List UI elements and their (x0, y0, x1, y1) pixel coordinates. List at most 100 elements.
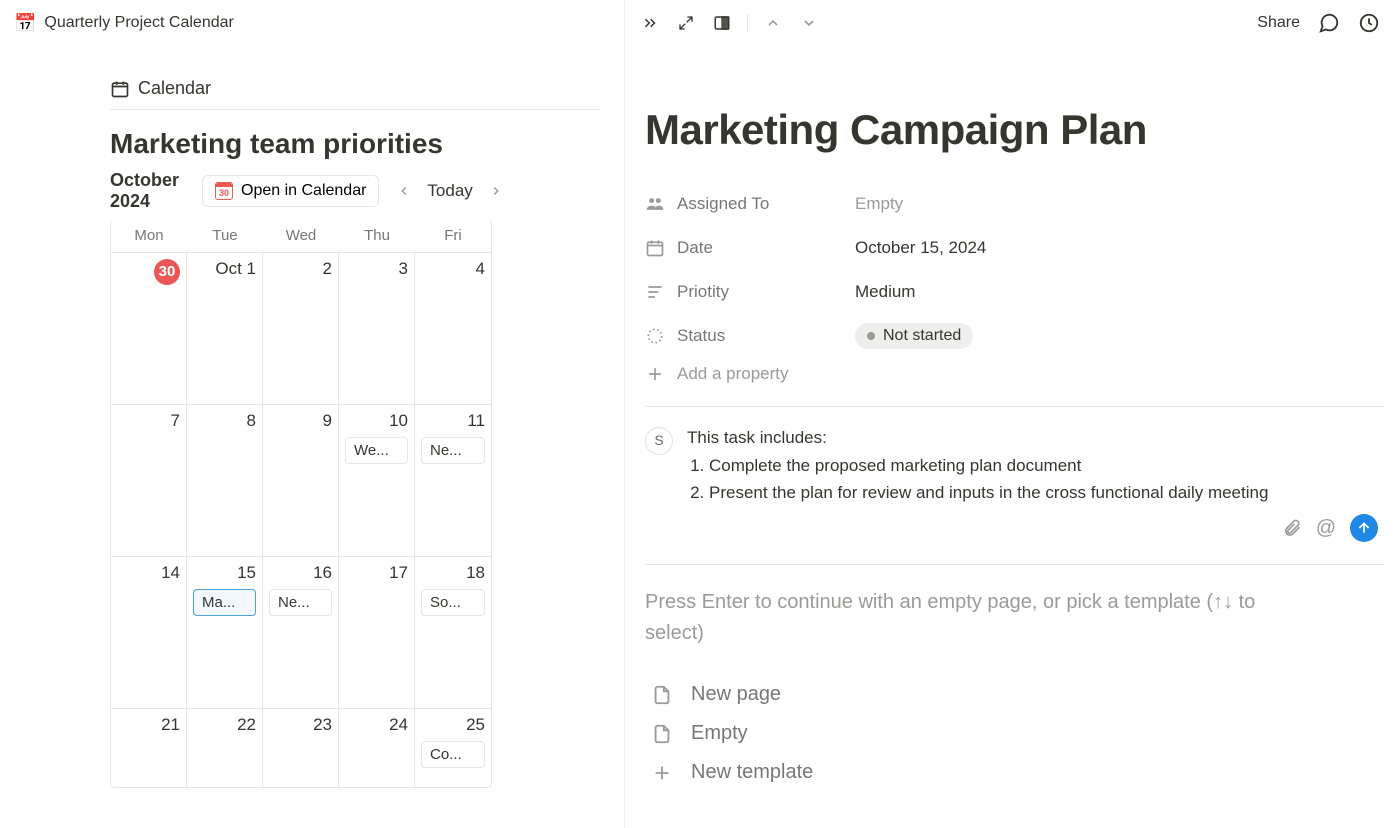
day-number: 23 (269, 715, 332, 735)
open-in-calendar-button[interactable]: 30 Open in Calendar (202, 175, 379, 207)
status-icon (645, 326, 665, 346)
calendar-cell[interactable]: 15 Ma... (187, 557, 263, 708)
template-new-template[interactable]: New template (651, 761, 1384, 784)
dow-header: Mon (111, 219, 187, 252)
comment-item-1: Complete the proposed marketing plan doc… (709, 453, 1268, 479)
day-number: 18 (421, 563, 485, 583)
calendar-icon (110, 79, 130, 99)
assigned-value[interactable]: Empty (855, 194, 903, 214)
priority-value[interactable]: Medium (855, 282, 915, 302)
calendar-cell[interactable]: 23 (263, 709, 339, 787)
add-property-button[interactable]: Add a property (645, 364, 1384, 384)
property-priority[interactable]: Priotity Medium (645, 270, 1384, 314)
calendar-emoji-icon: 📅 (14, 14, 36, 32)
prev-month-button[interactable] (391, 182, 417, 200)
calendar-cell[interactable]: 7 (111, 405, 187, 556)
property-date[interactable]: Date October 15, 2024 (645, 226, 1384, 270)
view-tab-label: Calendar (138, 78, 211, 99)
day-number: 24 (345, 715, 408, 735)
calendar-cell[interactable]: 14 (111, 557, 187, 708)
calendar-event[interactable]: We... (345, 437, 408, 464)
people-icon (645, 194, 665, 214)
plus-icon (651, 762, 673, 784)
prev-item-icon[interactable] (762, 12, 784, 34)
expand-icon[interactable] (675, 12, 697, 34)
next-month-button[interactable] (483, 182, 509, 200)
attach-icon[interactable] (1282, 518, 1302, 538)
section-title: Marketing team priorities (110, 128, 600, 160)
calendar-event[interactable]: Ne... (421, 437, 485, 464)
calendar-cell[interactable]: 30 (111, 253, 187, 404)
page-title[interactable]: Marketing Campaign Plan (645, 106, 1384, 154)
calendar-cell[interactable]: 3 (339, 253, 415, 404)
peek-mode-icon[interactable] (711, 12, 733, 34)
calendar-cell[interactable]: Oct 1 (187, 253, 263, 404)
breadcrumb[interactable]: 📅 Quarterly Project Calendar (14, 14, 234, 32)
day-number: 30 (117, 259, 180, 285)
property-assigned-to[interactable]: Assigned To Empty (645, 182, 1384, 226)
next-item-icon[interactable] (798, 12, 820, 34)
calendar-cell[interactable]: 17 (339, 557, 415, 708)
day-number: 7 (117, 411, 180, 431)
dow-header: Thu (339, 219, 415, 252)
calendar-cell[interactable]: 2 (263, 253, 339, 404)
empty-page-hint: Press Enter to continue with an empty pa… (645, 587, 1305, 649)
comment-block[interactable]: S This task includes: Complete the propo… (645, 425, 1384, 506)
month-label: October2024 (110, 170, 190, 211)
calendar-cell[interactable]: 22 (187, 709, 263, 787)
template-new-page[interactable]: New page (651, 683, 1384, 706)
separator (747, 14, 748, 32)
calendar-cell[interactable]: 21 (111, 709, 187, 787)
calendar-event[interactable]: So... (421, 589, 485, 616)
day-number: 9 (269, 411, 332, 431)
calendar-grid: MonTueWedThuFri 30Oct 123478910We...11Ne… (110, 219, 492, 788)
day-number: 25 (421, 715, 485, 735)
calendar-event[interactable]: Ma... (193, 589, 256, 616)
calendar-cell[interactable]: 25 Co... (415, 709, 491, 787)
updates-icon[interactable] (1358, 12, 1380, 34)
day-number: 22 (193, 715, 256, 735)
view-tab-calendar[interactable]: Calendar (110, 78, 600, 110)
day-number: 8 (193, 411, 256, 431)
day-number: 16 (269, 563, 332, 583)
status-dot-icon (867, 332, 875, 340)
collapse-icon[interactable] (639, 12, 661, 34)
dow-header: Tue (187, 219, 263, 252)
mention-icon[interactable]: @ (1316, 517, 1336, 540)
send-button[interactable] (1350, 514, 1378, 542)
day-number: 10 (345, 411, 408, 431)
calendar-mini-icon: 30 (215, 182, 233, 200)
calendar-cell[interactable]: 24 (339, 709, 415, 787)
template-empty[interactable]: Empty (651, 722, 1384, 745)
calendar-cell[interactable]: 8 (187, 405, 263, 556)
calendar-event[interactable]: Co... (421, 741, 485, 768)
calendar-event[interactable]: Ne... (269, 589, 332, 616)
share-button[interactable]: Share (1257, 14, 1300, 32)
calendar-cell[interactable]: 4 (415, 253, 491, 404)
day-number: 2 (269, 259, 332, 279)
page-icon (651, 723, 673, 745)
calendar-cell[interactable]: 16 Ne... (263, 557, 339, 708)
divider (645, 564, 1384, 565)
calendar-small-icon (645, 238, 665, 258)
date-value[interactable]: October 15, 2024 (855, 238, 986, 258)
status-chip[interactable]: Not started (855, 323, 973, 349)
comments-icon[interactable] (1318, 12, 1340, 34)
lines-icon (645, 282, 665, 302)
day-number: 3 (345, 259, 408, 279)
day-number: Oct 1 (193, 259, 256, 279)
day-number: 15 (193, 563, 256, 583)
calendar-cell[interactable]: 10 We... (339, 405, 415, 556)
comment-lead: This task includes: (687, 425, 1268, 451)
plus-icon (645, 364, 665, 384)
divider (645, 406, 1384, 407)
dow-header: Fri (415, 219, 491, 252)
calendar-cell[interactable]: 18 So... (415, 557, 491, 708)
calendar-cell[interactable]: 9 (263, 405, 339, 556)
calendar-cell[interactable]: 11Ne... (415, 405, 491, 556)
today-button[interactable]: Today (427, 181, 472, 201)
day-number: 14 (117, 563, 180, 583)
avatar: S (645, 427, 673, 455)
comment-item-2: Present the plan for review and inputs i… (709, 480, 1268, 506)
property-status[interactable]: Status Not started (645, 314, 1384, 358)
